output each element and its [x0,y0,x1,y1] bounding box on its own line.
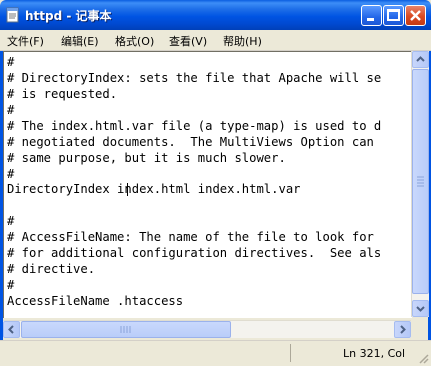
window-title: httpd - 记事本 [25,9,112,23]
scroll-up-button[interactable] [412,51,429,68]
editor-line: # negotiated documents. The MultiViews O… [7,135,374,149]
editor-line: AccessFileName .htaccess [7,294,184,308]
editor-line: # [7,214,15,228]
scroll-down-icon [416,306,425,312]
editor-line: # DirectoryIndex: sets the file that Apa… [7,71,382,85]
horizontal-scroll-thumb[interactable] [21,321,231,338]
close-button[interactable] [405,5,426,26]
editor-line: # AccessFileName: The name of the file t… [7,230,374,244]
scroll-left-icon [8,325,14,334]
vertical-scrollbar[interactable] [411,51,429,317]
text-caret [127,183,128,196]
status-bar: Ln 321, Col [0,340,431,366]
vertical-scroll-thumb[interactable] [412,69,429,294]
horizontal-scrollbar[interactable] [3,320,411,338]
menu-bar: 文件(F) 编辑(E) 格式(O) 查看(V) 帮助(H) [0,30,431,51]
editor-line: # is requested. [7,87,118,101]
editor-line: # [7,103,15,117]
cursor-position: Ln 321, Col [343,347,406,360]
menu-view[interactable]: 查看(V) [169,33,207,49]
scroll-right-icon [400,325,406,334]
maximize-icon [387,9,400,21]
status-position-cell: Ln 321, Col [290,344,417,362]
menu-file[interactable]: 文件(F) [7,33,44,49]
maximize-button[interactable] [383,5,404,26]
editor-line: # same purpose, but it is much slower. [7,151,286,165]
minimize-button[interactable] [361,5,382,26]
title-bar[interactable]: httpd - 记事本 [0,0,431,30]
text-editor[interactable]: # # DirectoryIndex: sets the file that A… [3,51,412,318]
editor-line: # [7,167,15,181]
grip-icon [417,176,424,187]
editor-line: # [7,55,15,69]
scroll-down-button[interactable] [412,300,429,317]
menu-edit[interactable]: 编辑(E) [61,33,99,49]
notepad-icon [6,7,19,23]
close-icon [410,10,421,21]
editor-line: # The index.html.var file (a type-map) i… [7,119,382,133]
scroll-right-button[interactable] [394,321,411,338]
scroll-up-icon [416,56,425,62]
menu-help[interactable]: 帮助(H) [223,33,262,49]
scroll-left-button[interactable] [3,321,20,338]
editor-line: # [7,278,15,292]
minimize-icon [367,18,374,21]
resize-grip-icon[interactable] [417,352,429,364]
editor-line: # directive. [7,262,96,276]
grip-icon [120,326,131,333]
menu-format[interactable]: 格式(O) [115,33,154,49]
editor-line: DirectoryIndex index.html index.html.var [7,182,301,196]
editor-line: # for additional configuration directive… [7,246,382,260]
